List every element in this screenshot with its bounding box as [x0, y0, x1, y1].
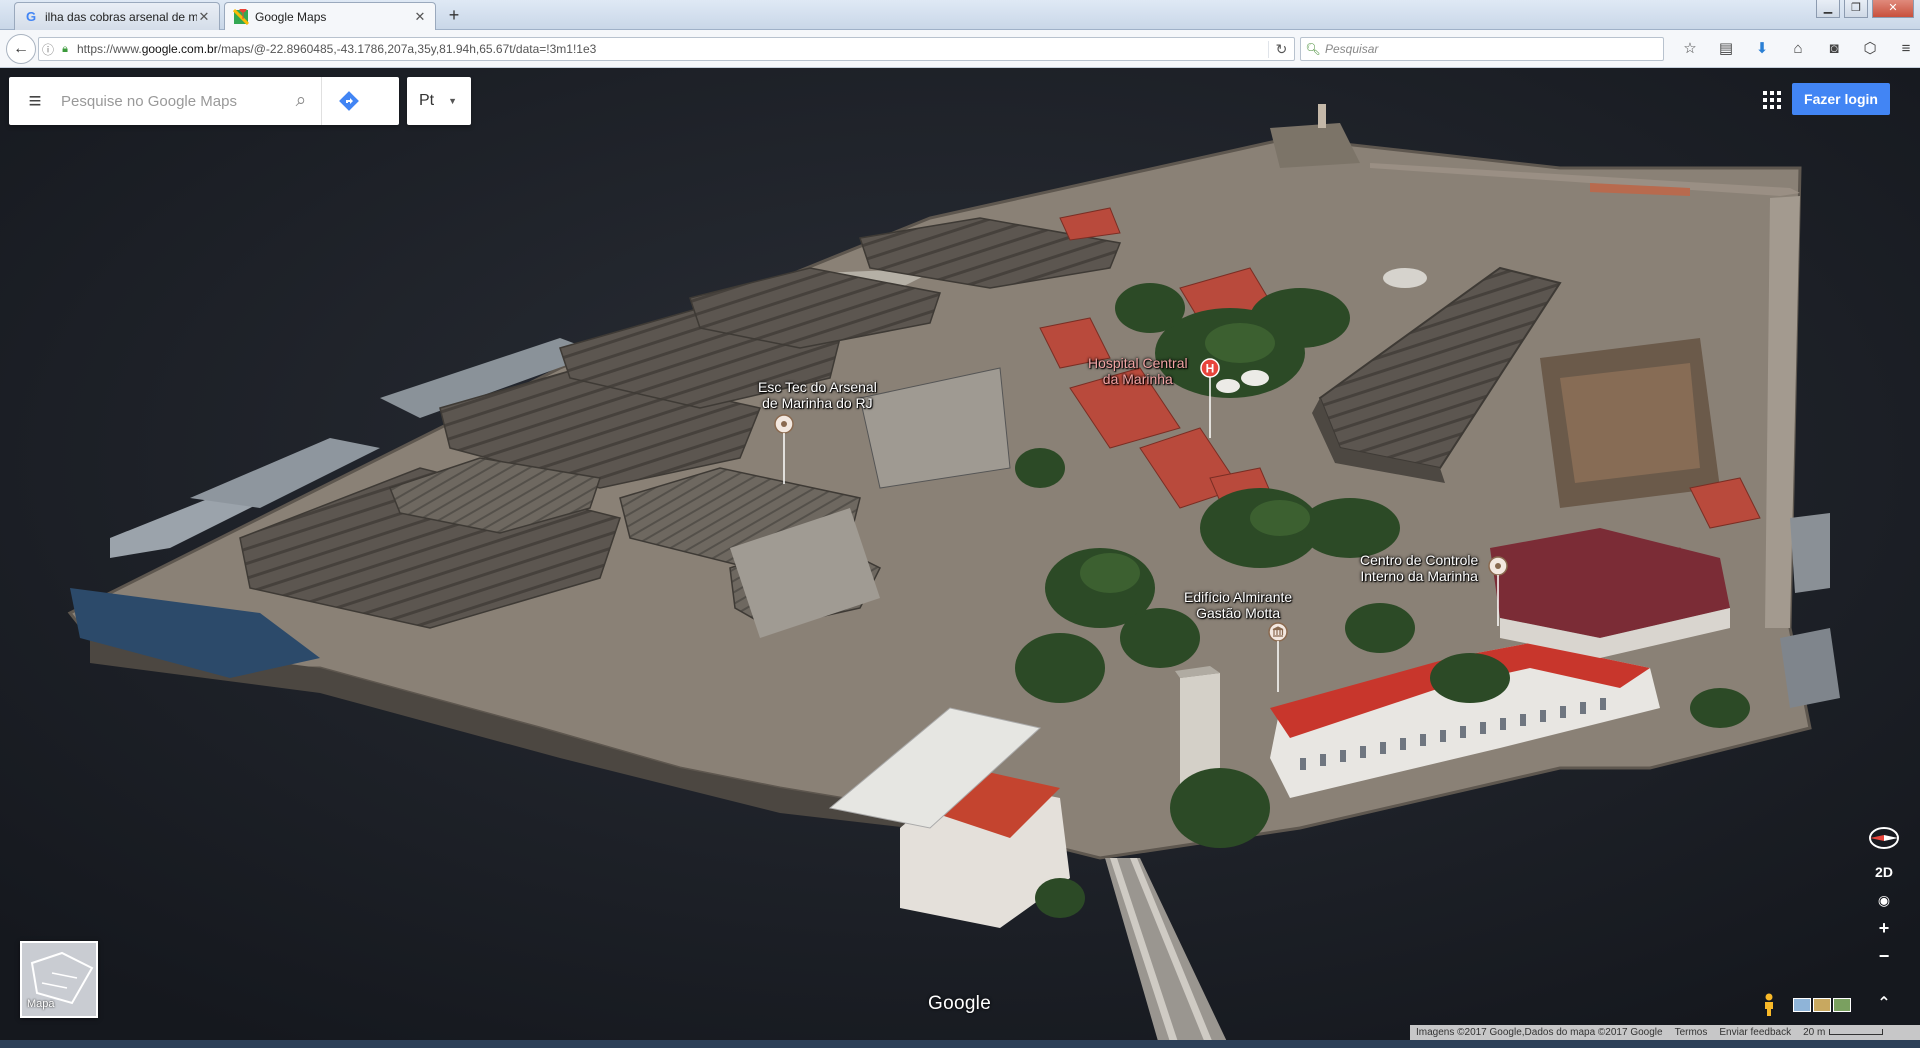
place-label-centro-controle[interactable]: Centro de Controle Interno da Marinha: [1360, 552, 1478, 584]
search-icon[interactable]: ⌕: [281, 90, 321, 112]
pin-icon[interactable]: [772, 414, 796, 484]
place-label-hospital[interactable]: Hospital Central da Marinha: [1088, 355, 1188, 387]
scale-bar[interactable]: 20 m: [1803, 1027, 1884, 1038]
map-canvas[interactable]: ≡ ⌕ Pt ▼ Fazer login Esc Tec do Arsenal …: [0, 68, 1920, 1048]
close-tab-icon[interactable]: ✕: [413, 9, 427, 25]
place-label-edificio[interactable]: Edifício Almirante Gastão Motta: [1184, 589, 1292, 621]
attribution-text: Imagens ©2017 Google,Dados do mapa ©2017…: [1416, 1027, 1663, 1038]
url-text[interactable]: https://www.google.com.br/maps/@-22.8960…: [73, 42, 1268, 56]
map-controls: 2D ◉ + −: [1860, 818, 1908, 970]
browser-toolbar: ☆ ▤ ⬇ ⌂ ◙ ⬡ ≡: [1672, 39, 1920, 61]
close-window-icon[interactable]: ✕: [1872, 0, 1914, 18]
browser-nav-bar: ← ⓘ 🔒︎ https://www.google.com.br/maps/@-…: [0, 30, 1920, 68]
google-g-icon: G: [25, 9, 37, 24]
pin-icon[interactable]: [1486, 556, 1510, 626]
layer-thumb-icon: [1813, 998, 1831, 1012]
login-button[interactable]: Fazer login: [1792, 83, 1890, 115]
expand-arrow-icon[interactable]: ⌃: [1860, 990, 1908, 1018]
hospital-icon[interactable]: H: [1198, 358, 1222, 438]
close-tab-icon[interactable]: ✕: [197, 9, 211, 25]
pocket-icon[interactable]: ◙: [1816, 39, 1852, 61]
reload-icon[interactable]: ↻: [1268, 40, 1294, 58]
shield-icon[interactable]: ⬡: [1852, 39, 1888, 61]
hamburger-menu-icon[interactable]: ≡: [1888, 39, 1920, 61]
tab-title: ilha das cobras arsenal de ma: [45, 9, 197, 24]
terms-link[interactable]: Termos: [1675, 1027, 1708, 1038]
satellite-3d-imagery[interactable]: [0, 68, 1920, 1048]
zoom-out-button[interactable]: −: [1860, 942, 1908, 970]
museum-icon[interactable]: [1266, 622, 1290, 692]
feedback-link[interactable]: Enviar feedback: [1719, 1027, 1791, 1038]
browser-tab-bar: G ilha das cobras arsenal de ma ✕ Google…: [0, 0, 1920, 31]
maps-search-input[interactable]: [61, 92, 281, 110]
my-location-icon[interactable]: ◉: [1860, 886, 1908, 914]
svg-text:H: H: [1206, 362, 1215, 376]
imagery-layers-button[interactable]: [1793, 998, 1851, 1012]
home-icon[interactable]: ⌂: [1780, 39, 1816, 61]
address-bar[interactable]: ⓘ 🔒︎ https://www.google.com.br/maps/@-22…: [38, 37, 1295, 61]
hamburger-menu-icon[interactable]: ≡: [9, 88, 61, 114]
map-footer: Imagens ©2017 Google,Dados do mapa ©2017…: [1410, 1025, 1920, 1040]
browser-search-field[interactable]: 🔍︎ Pesquisar: [1300, 37, 1664, 61]
directions-button[interactable]: [321, 77, 375, 125]
compass-icon[interactable]: [1860, 818, 1908, 858]
tab-google-maps[interactable]: Google Maps ✕: [224, 2, 436, 31]
caret-down-icon: ▼: [448, 96, 458, 106]
language-select[interactable]: Pt ▼: [407, 77, 471, 125]
tab-title: Google Maps: [255, 10, 327, 24]
google-apps-icon[interactable]: [1752, 80, 1792, 120]
download-icon[interactable]: ⬇: [1744, 39, 1780, 61]
restore-icon[interactable]: ❐: [1844, 0, 1868, 18]
pegman-icon[interactable]: [1760, 993, 1778, 1017]
back-button[interactable]: ←: [6, 34, 36, 64]
map-type-switcher[interactable]: Mapa: [20, 941, 98, 1018]
search-placeholder: Pesquisar: [1325, 42, 1379, 56]
lock-icon: 🔒︎: [62, 42, 68, 55]
layer-thumb-icon: [1833, 998, 1851, 1012]
star-icon[interactable]: ☆: [1672, 39, 1708, 61]
new-tab-button[interactable]: +: [443, 5, 465, 27]
tab-search-results[interactable]: G ilha das cobras arsenal de ma ✕: [14, 2, 220, 30]
maps-search-box: ≡ ⌕: [9, 77, 399, 125]
reading-list-icon[interactable]: ▤: [1708, 39, 1744, 61]
map-type-label: Mapa: [27, 998, 55, 1010]
zoom-in-button[interactable]: +: [1860, 914, 1908, 942]
layer-thumb-icon: [1793, 998, 1811, 1012]
google-maps-icon: [233, 9, 249, 25]
view-2d-toggle[interactable]: 2D: [1860, 858, 1908, 886]
directions-icon: [338, 91, 359, 111]
search-engine-icon[interactable]: 🔍︎: [1301, 42, 1325, 56]
os-taskbar: [0, 1040, 1920, 1048]
window-controls: ▁ ❐ ✕: [1816, 0, 1914, 18]
place-label-esc-tec[interactable]: Esc Tec do Arsenal de Marinha do RJ: [758, 379, 877, 411]
language-value: Pt: [419, 92, 435, 109]
google-logo: Google: [928, 993, 992, 1014]
info-icon[interactable]: ⓘ: [39, 41, 57, 58]
minimize-icon[interactable]: ▁: [1816, 0, 1840, 18]
